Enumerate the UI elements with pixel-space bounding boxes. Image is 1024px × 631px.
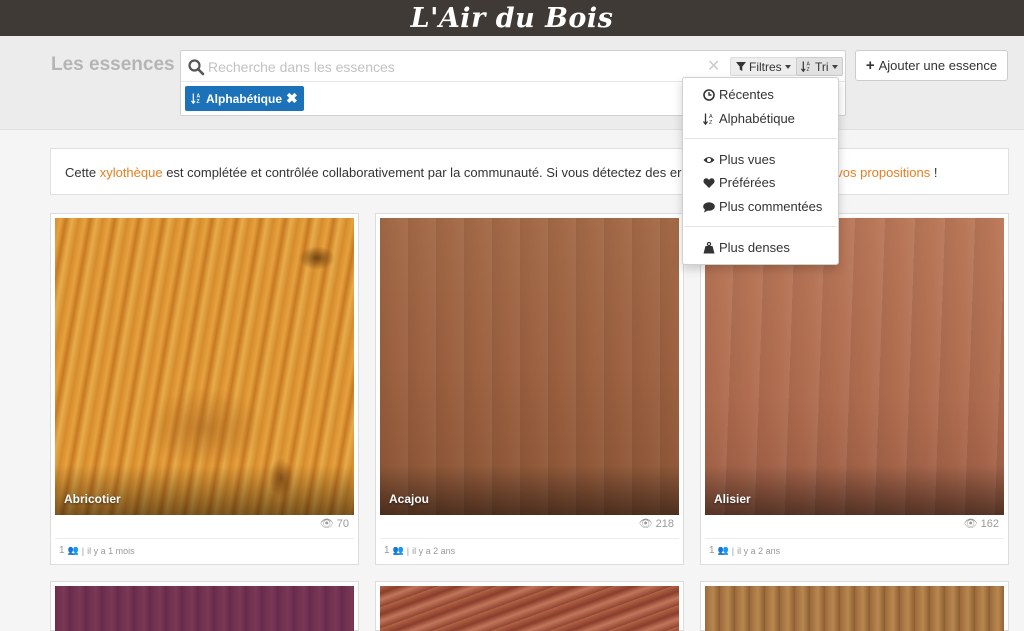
search-icon	[188, 59, 205, 76]
weight-icon	[703, 241, 715, 253]
essence-image[interactable]: Abricotier	[55, 218, 354, 515]
sort-button[interactable]: A Z Tri	[796, 57, 843, 76]
essence-card[interactable]	[375, 581, 684, 631]
filters-label: Filtres	[749, 59, 782, 74]
contributor-count: 1	[59, 545, 65, 556]
meta-divider: |	[731, 545, 735, 556]
sort-option-plus-commentees[interactable]: Plus commentées	[703, 199, 822, 214]
sort-option-plus-vues[interactable]: Plus vues	[703, 152, 775, 167]
view-count-value: 218	[655, 517, 674, 530]
sort-option-label: Préférées	[719, 175, 776, 190]
contributor-count: 1	[709, 545, 715, 556]
sort-option-label: Plus commentées	[719, 199, 823, 214]
sort-option-plus-denses[interactable]: Plus denses	[703, 240, 790, 255]
svg-text:Z: Z	[807, 67, 810, 72]
meta-divider: |	[81, 545, 85, 556]
svg-text:Z: Z	[709, 120, 713, 125]
sort-alpha-icon: A Z	[801, 61, 811, 72]
card-date: il y a 2 ans	[412, 545, 456, 556]
sort-option-label: Plus denses	[719, 240, 790, 255]
view-count: 👁 162	[963, 517, 999, 531]
chevron-down-icon	[831, 64, 838, 69]
eye-icon: 👁	[963, 518, 978, 530]
xylotheque-link[interactable]: xylothèque	[100, 165, 163, 180]
essence-card[interactable]: Alisier 👁 162 1 👥 | il y a 2 ans	[700, 213, 1009, 565]
essence-name: Acajou	[389, 492, 430, 506]
svg-text:Z: Z	[197, 99, 200, 104]
filters-button[interactable]: Filtres	[730, 57, 797, 76]
clock-icon	[703, 88, 715, 101]
search-input[interactable]	[208, 56, 688, 78]
page-title: Les essences	[51, 54, 175, 75]
eye-icon	[703, 156, 715, 163]
sort-option-label: Alphabétique	[719, 111, 795, 126]
divider	[380, 538, 679, 539]
eye-icon: 👁	[638, 518, 653, 530]
notice-text: !	[930, 165, 938, 180]
filter-icon	[736, 61, 746, 71]
sort-option-alphabetique[interactable]: A Z Alphabétique	[703, 111, 795, 126]
sort-dropdown-menu: Récentes A Z Alphabétique Plus vues Préf…	[682, 77, 839, 265]
essence-image[interactable]: Acajou	[380, 218, 679, 515]
card-date: il y a 2 ans	[737, 545, 781, 556]
users-icon: 👥	[392, 545, 404, 555]
card-meta: 1 👥 | il y a 1 mois	[59, 545, 135, 556]
contributor-count: 1	[384, 545, 390, 556]
essence-name: Abricotier	[64, 492, 121, 506]
menu-divider	[684, 138, 837, 139]
view-count: 👁 70	[319, 517, 349, 531]
add-essence-button[interactable]: + Ajouter une essence	[855, 50, 1008, 81]
top-bar: L'Air du Bois	[0, 0, 1024, 36]
view-count-value: 70	[336, 517, 349, 530]
card-meta: 1 👥 | il y a 2 ans	[384, 545, 455, 556]
sort-option-label: Récentes	[719, 87, 774, 102]
sort-option-label: Plus vues	[719, 152, 776, 167]
card-date: il y a 1 mois	[87, 545, 135, 556]
comment-icon	[703, 201, 715, 212]
view-count: 👁 218	[638, 517, 674, 531]
divider	[705, 538, 1004, 539]
menu-divider	[684, 226, 837, 227]
essence-card[interactable]	[700, 581, 1009, 631]
chevron-down-icon	[784, 64, 791, 69]
eye-icon: 👁	[319, 518, 334, 530]
active-sort-chip[interactable]: A Z Alphabétique ✖	[185, 86, 304, 111]
essence-card[interactable]: Abricotier 👁 70 1 👥 | il y a 1 mois	[50, 213, 359, 565]
card-meta: 1 👥 | il y a 2 ans	[709, 545, 780, 556]
chip-label: Alphabétique	[206, 91, 283, 106]
sort-alpha-icon: A Z	[703, 113, 713, 125]
users-icon: 👥	[717, 545, 729, 555]
brand-logo[interactable]: L'Air du Bois	[411, 3, 614, 34]
remove-chip-icon[interactable]: ✖	[286, 90, 298, 107]
users-icon: 👥	[67, 545, 79, 555]
divider	[55, 538, 354, 539]
toolbar: Les essences ✕ Filtres A Z	[0, 36, 1024, 130]
essence-name: Alisier	[714, 492, 751, 506]
essence-card[interactable]: Acajou 👁 218 1 👥 | il y a 2 ans	[375, 213, 684, 565]
heart-icon	[703, 177, 715, 188]
info-notice: Cette xylothèque est complétée et contrô…	[50, 148, 1009, 195]
plus-icon: +	[865, 57, 875, 74]
meta-divider: |	[406, 545, 410, 556]
clear-icon[interactable]: ✕	[707, 56, 720, 76]
essence-image[interactable]	[380, 586, 679, 631]
sort-option-preferees[interactable]: Préférées	[703, 175, 775, 190]
view-count-value: 162	[980, 517, 999, 530]
sort-label: Tri	[815, 59, 829, 74]
essence-card[interactable]	[50, 581, 359, 631]
essence-image[interactable]	[705, 586, 1004, 631]
sort-option-recentes[interactable]: Récentes	[703, 87, 774, 102]
sort-alpha-icon: A Z	[191, 93, 201, 104]
notice-text: Cette	[65, 165, 100, 180]
add-essence-label: Ajouter une essence	[878, 58, 998, 73]
notice-text: est complétée et contrôlée collaborative…	[162, 165, 686, 180]
essence-image[interactable]	[55, 586, 354, 631]
